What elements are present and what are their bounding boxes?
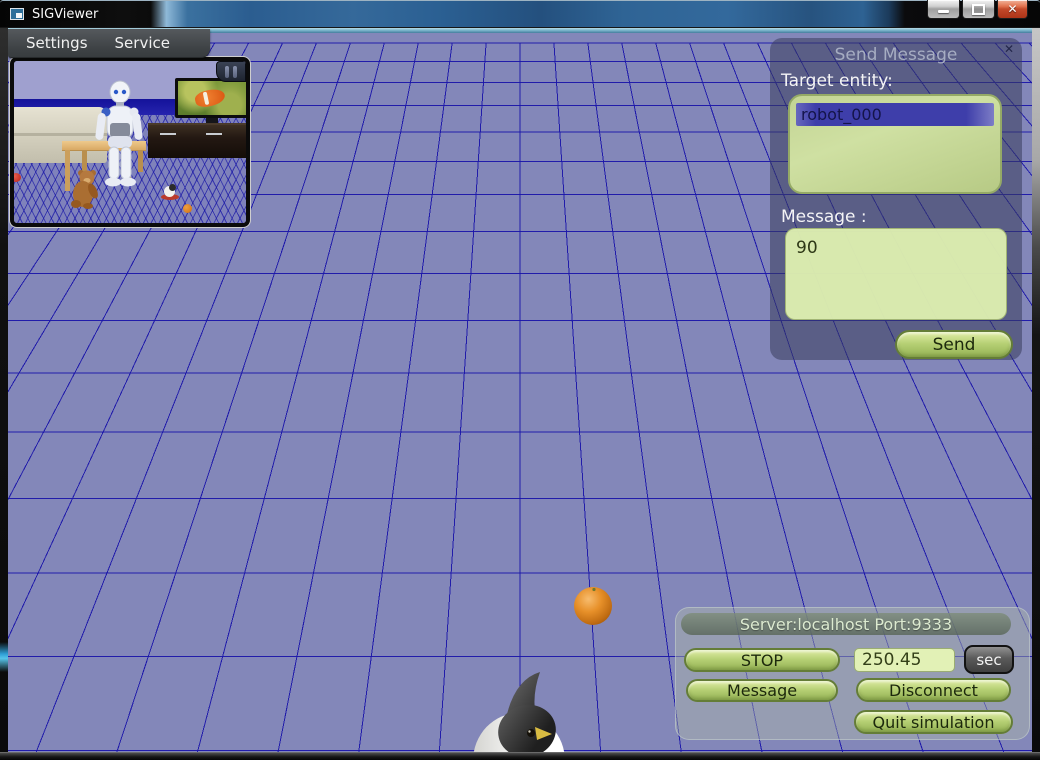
target-entity-label: Target entity: bbox=[781, 71, 893, 91]
sigviewer-window: { "window": { "title": "SIGViewer" }, "i… bbox=[0, 0, 1040, 760]
close-icon: ✕ bbox=[1007, 3, 1017, 15]
message-button[interactable]: Message bbox=[686, 679, 838, 702]
teddy-bear bbox=[68, 167, 104, 209]
disconnect-button[interactable]: Disconnect bbox=[856, 678, 1011, 702]
orange-ball-small bbox=[183, 204, 192, 213]
title-bar[interactable]: SIGViewer bbox=[0, 0, 1040, 28]
message-label: Message : bbox=[781, 207, 867, 227]
list-item-selected[interactable]: robot_000 bbox=[796, 103, 994, 126]
viewport-3d[interactable]: Send Message ✕ Target entity: robot_000 … bbox=[8, 28, 1032, 752]
orange-ball bbox=[574, 587, 612, 625]
pause-icon[interactable] bbox=[216, 61, 246, 82]
menu-service[interactable]: Service bbox=[115, 34, 170, 52]
send-button[interactable]: Send bbox=[895, 330, 1013, 359]
server-info: Server:localhost Port:9333 bbox=[681, 613, 1011, 635]
stop-button[interactable]: STOP bbox=[684, 648, 840, 672]
time-field[interactable] bbox=[854, 648, 955, 672]
app-icon bbox=[10, 8, 24, 20]
tv-stand bbox=[148, 123, 250, 158]
penguin bbox=[473, 672, 565, 752]
caption-buttons: ✕ bbox=[927, 0, 1028, 19]
window-border-bottom bbox=[0, 752, 1040, 760]
panel-title: Send Message bbox=[770, 45, 1022, 65]
minimize-icon bbox=[938, 10, 949, 13]
menu-bar: Settings Service bbox=[8, 29, 210, 58]
tv-aquarium bbox=[175, 78, 250, 118]
minimize-button[interactable] bbox=[927, 0, 960, 19]
maximize-icon bbox=[972, 4, 985, 15]
maximize-button[interactable] bbox=[962, 0, 995, 19]
window-title: SIGViewer bbox=[32, 7, 98, 22]
camera-preview-window[interactable] bbox=[10, 57, 250, 227]
target-entity-listbox[interactable]: robot_000 bbox=[788, 94, 1002, 194]
border-blue-glow bbox=[0, 642, 8, 672]
message-textarea[interactable]: 90 bbox=[785, 228, 1007, 320]
menu-settings[interactable]: Settings bbox=[26, 34, 88, 52]
send-message-panel: Send Message ✕ Target entity: robot_000 … bbox=[770, 38, 1022, 360]
sec-button[interactable]: sec bbox=[964, 645, 1014, 674]
close-icon[interactable]: ✕ bbox=[1004, 42, 1014, 56]
penguin-toy bbox=[161, 184, 179, 200]
quit-simulation-button[interactable]: Quit simulation bbox=[854, 710, 1013, 734]
red-ball bbox=[11, 173, 21, 182]
window-border-right bbox=[1032, 28, 1040, 760]
clownfish bbox=[193, 87, 226, 109]
simulation-control-panel: Server:localhost Port:9333 STOP sec Mess… bbox=[675, 607, 1030, 740]
close-button[interactable]: ✕ bbox=[997, 0, 1028, 19]
